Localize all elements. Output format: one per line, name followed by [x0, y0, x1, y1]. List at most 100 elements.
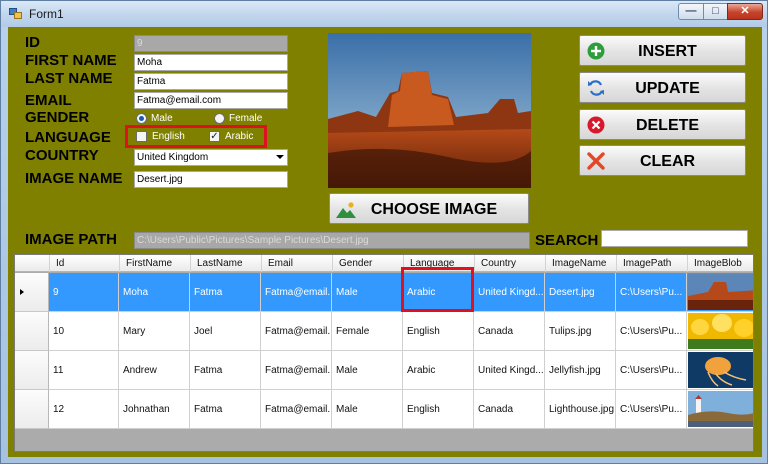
column-header-lastname[interactable]: LastName — [190, 255, 261, 272]
update-label: UPDATE — [635, 80, 700, 97]
app-icon — [9, 8, 23, 20]
language-arabic-checkbox[interactable]: ✓ Arabic — [209, 130, 253, 144]
last-name-label: LAST NAME — [25, 70, 113, 87]
row-header[interactable] — [15, 390, 49, 429]
cell-firstname[interactable]: Johnathan — [119, 390, 190, 429]
choose-image-button[interactable]: CHOOSE IMAGE — [329, 193, 529, 224]
choose-image-label: CHOOSE IMAGE — [370, 201, 498, 218]
cell-imageblob[interactable] — [687, 273, 753, 312]
cell-imageblob[interactable] — [687, 351, 753, 390]
cell-imagename[interactable]: Desert.jpg — [545, 273, 616, 312]
cell-imagename[interactable]: Jellyfish.jpg — [545, 351, 616, 390]
cell-firstname[interactable]: Andrew — [119, 351, 190, 390]
row-header[interactable] — [15, 273, 49, 312]
gender-male-radio[interactable]: Male — [136, 112, 173, 126]
cell-email[interactable]: Fatma@email... — [261, 273, 332, 312]
cell-firstname[interactable]: Mary — [119, 312, 190, 351]
data-grid[interactable]: Id FirstName LastName Email Gender Langu… — [14, 254, 754, 452]
table-row[interactable]: 10 Mary Joel Fatma@email... Female Engli… — [15, 312, 753, 351]
update-button[interactable]: UPDATE — [579, 72, 746, 103]
image-path-field: C:\Users\Public\Pictures\Sample Pictures… — [134, 232, 530, 249]
checkbox-checked-icon: ✓ — [209, 130, 220, 142]
cell-imageblob[interactable] — [687, 312, 753, 351]
cell-id[interactable]: 11 — [49, 351, 119, 390]
last-name-field[interactable]: Fatma — [134, 73, 288, 90]
column-header-imagename[interactable]: ImageName — [545, 255, 616, 272]
cell-gender[interactable]: Male — [332, 273, 403, 312]
table-row[interactable]: 12 Johnathan Fatma Fatma@email... Male E… — [15, 390, 753, 429]
delete-button[interactable]: DELETE — [579, 109, 746, 140]
cell-id[interactable]: 10 — [49, 312, 119, 351]
column-header-country[interactable]: Country — [474, 255, 545, 272]
cell-language[interactable]: English — [403, 390, 474, 429]
image-name-field[interactable]: Desert.jpg — [134, 171, 288, 188]
cell-firstname[interactable]: Moha — [119, 273, 190, 312]
first-name-field[interactable]: Moha — [134, 54, 288, 71]
column-header-id[interactable]: Id — [49, 255, 119, 272]
id-label: ID — [25, 34, 40, 51]
column-header-imagepath[interactable]: ImagePath — [616, 255, 687, 272]
table-row[interactable]: 9 Moha Fatma Fatma@email... Male Arabic … — [15, 273, 753, 312]
insert-button[interactable]: INSERT — [579, 35, 746, 66]
cell-lastname[interactable]: Fatma — [190, 273, 261, 312]
insert-label: INSERT — [638, 43, 697, 60]
cell-email[interactable]: Fatma@email... — [261, 351, 332, 390]
cell-imagepath[interactable]: C:\Users\Pu... — [616, 351, 687, 390]
maximize-button[interactable]: □ — [703, 3, 728, 20]
gender-label: GENDER — [25, 109, 90, 126]
country-label: COUNTRY — [25, 147, 99, 164]
cell-country[interactable]: United Kingd... — [474, 273, 545, 312]
email-field[interactable]: Fatma@email.com — [134, 92, 288, 109]
row-header[interactable] — [15, 312, 49, 351]
image-path-label: IMAGE PATH — [25, 231, 117, 248]
close-button[interactable]: ✕ — [727, 3, 763, 20]
clear-button[interactable]: CLEAR — [579, 145, 746, 176]
cell-email[interactable]: Fatma@email... — [261, 312, 332, 351]
id-field: 9 — [134, 35, 288, 52]
language-arabic-label: Arabic — [225, 131, 254, 142]
cell-id[interactable]: 12 — [49, 390, 119, 429]
radio-selected-icon — [136, 112, 147, 124]
cell-gender[interactable]: Male — [332, 390, 403, 429]
column-header-imageblob[interactable]: ImageBlob — [687, 255, 753, 272]
cell-lastname[interactable]: Fatma — [190, 390, 261, 429]
cell-gender[interactable]: Male — [332, 351, 403, 390]
cell-country[interactable]: Canada — [474, 312, 545, 351]
column-header-email[interactable]: Email — [261, 255, 332, 272]
cell-email[interactable]: Fatma@email... — [261, 390, 332, 429]
cell-language[interactable]: Arabic — [403, 351, 474, 390]
title-bar[interactable]: Form1 — □ ✕ — [1, 1, 767, 27]
cell-country[interactable]: Canada — [474, 390, 545, 429]
cell-imageblob[interactable] — [687, 390, 753, 429]
cell-id[interactable]: 9 — [49, 273, 119, 312]
country-selected-value: United Kingdom — [137, 152, 209, 163]
cell-imagepath[interactable]: C:\Users\Pu... — [616, 273, 687, 312]
minimize-button[interactable]: — — [678, 3, 704, 20]
delete-label: DELETE — [635, 117, 700, 134]
clear-label: CLEAR — [639, 153, 696, 170]
cell-country[interactable]: United Kingd... — [474, 351, 545, 390]
column-header-gender[interactable]: Gender — [332, 255, 403, 272]
cell-language[interactable]: English — [403, 312, 474, 351]
cell-imagepath[interactable]: C:\Users\Pu... — [616, 390, 687, 429]
radio-unselected-icon — [214, 112, 225, 124]
gender-female-label: Female — [229, 113, 263, 124]
cell-lastname[interactable]: Fatma — [190, 351, 261, 390]
email-label: EMAIL — [25, 92, 72, 109]
gender-female-radio[interactable]: Female — [214, 112, 262, 126]
column-header-firstname[interactable]: FirstName — [119, 255, 190, 272]
desert-picture — [328, 33, 531, 188]
search-input[interactable] — [601, 230, 748, 247]
cell-imagename[interactable]: Lighthouse.jpg — [545, 390, 616, 429]
country-dropdown[interactable]: United Kingdom — [134, 149, 288, 166]
cell-imagepath[interactable]: C:\Users\Pu... — [616, 312, 687, 351]
cell-gender[interactable]: Female — [332, 312, 403, 351]
row-header[interactable] — [15, 351, 49, 390]
current-row-arrow-icon — [20, 289, 24, 295]
language-english-checkbox[interactable]: English — [136, 130, 185, 144]
cell-imagename[interactable]: Tulips.jpg — [545, 312, 616, 351]
language-cell-highlight-box — [401, 267, 474, 312]
cell-lastname[interactable]: Joel — [190, 312, 261, 351]
table-row[interactable]: 11 Andrew Fatma Fatma@email... Male Arab… — [15, 351, 753, 390]
search-label: SEARCH — [535, 232, 599, 249]
